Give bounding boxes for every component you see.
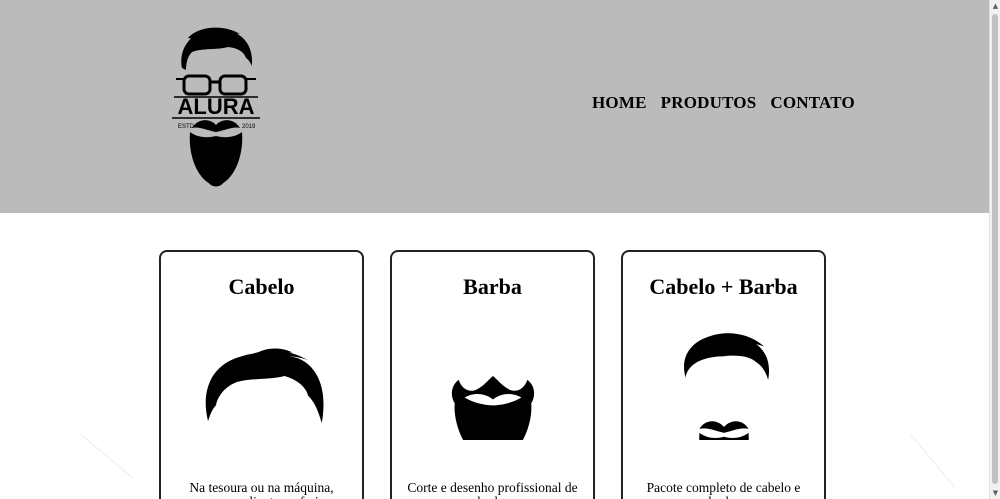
beard-icon — [451, 375, 535, 440]
product-description: Pacote completo de cabelo e barba — [646, 480, 801, 499]
nav-contato-link[interactable]: CONTATO — [770, 93, 855, 113]
logo-brand-text: ALURA — [178, 94, 255, 119]
product-title: Barba — [463, 274, 522, 299]
site-header: ALURA ESTD 2019 HOME PRODUTOS CONTATO — [0, 0, 989, 213]
product-description: Na tesoura ou na máquina, como o cliente… — [189, 480, 334, 499]
hair-beard-icon — [684, 333, 770, 440]
background-decoration — [79, 433, 134, 479]
vertical-scrollbar[interactable]: ▲ ▼ — [989, 0, 1000, 499]
scroll-up-arrow-icon[interactable]: ▲ — [990, 0, 1000, 12]
logo-year-text: 2019 — [242, 124, 256, 130]
page: ALURA ESTD 2019 HOME PRODUTOS CONTATO Ca… — [0, 0, 989, 499]
background-decoration — [909, 433, 955, 488]
hair-icon — [205, 348, 324, 424]
products-section: Cabelo Na tesoura ou na máquina, como o … — [0, 213, 989, 499]
scrollbar-thumb[interactable] — [992, 14, 998, 484]
nav-home-link[interactable]: HOME — [592, 93, 647, 113]
alura-logo[interactable]: ALURA ESTD 2019 — [168, 26, 264, 188]
logo-estd-text: ESTD — [178, 124, 195, 130]
nav-produtos-link[interactable]: PRODUTOS — [661, 93, 757, 113]
scroll-down-arrow-icon[interactable]: ▼ — [990, 487, 1000, 499]
product-card-barba[interactable]: Barba Corte e desenho profissional de ba… — [390, 250, 595, 499]
product-title: Cabelo — [228, 274, 295, 299]
product-title: Cabelo + Barba — [649, 274, 798, 299]
product-card-cabelo-barba[interactable]: Cabelo + Barba Pacote completo de cabelo… — [621, 250, 826, 499]
product-card-cabelo[interactable]: Cabelo Na tesoura ou na máquina, como o … — [159, 250, 364, 499]
product-description: Corte e desenho profissional de barba — [407, 480, 578, 499]
main-nav: HOME PRODUTOS CONTATO — [592, 93, 855, 113]
